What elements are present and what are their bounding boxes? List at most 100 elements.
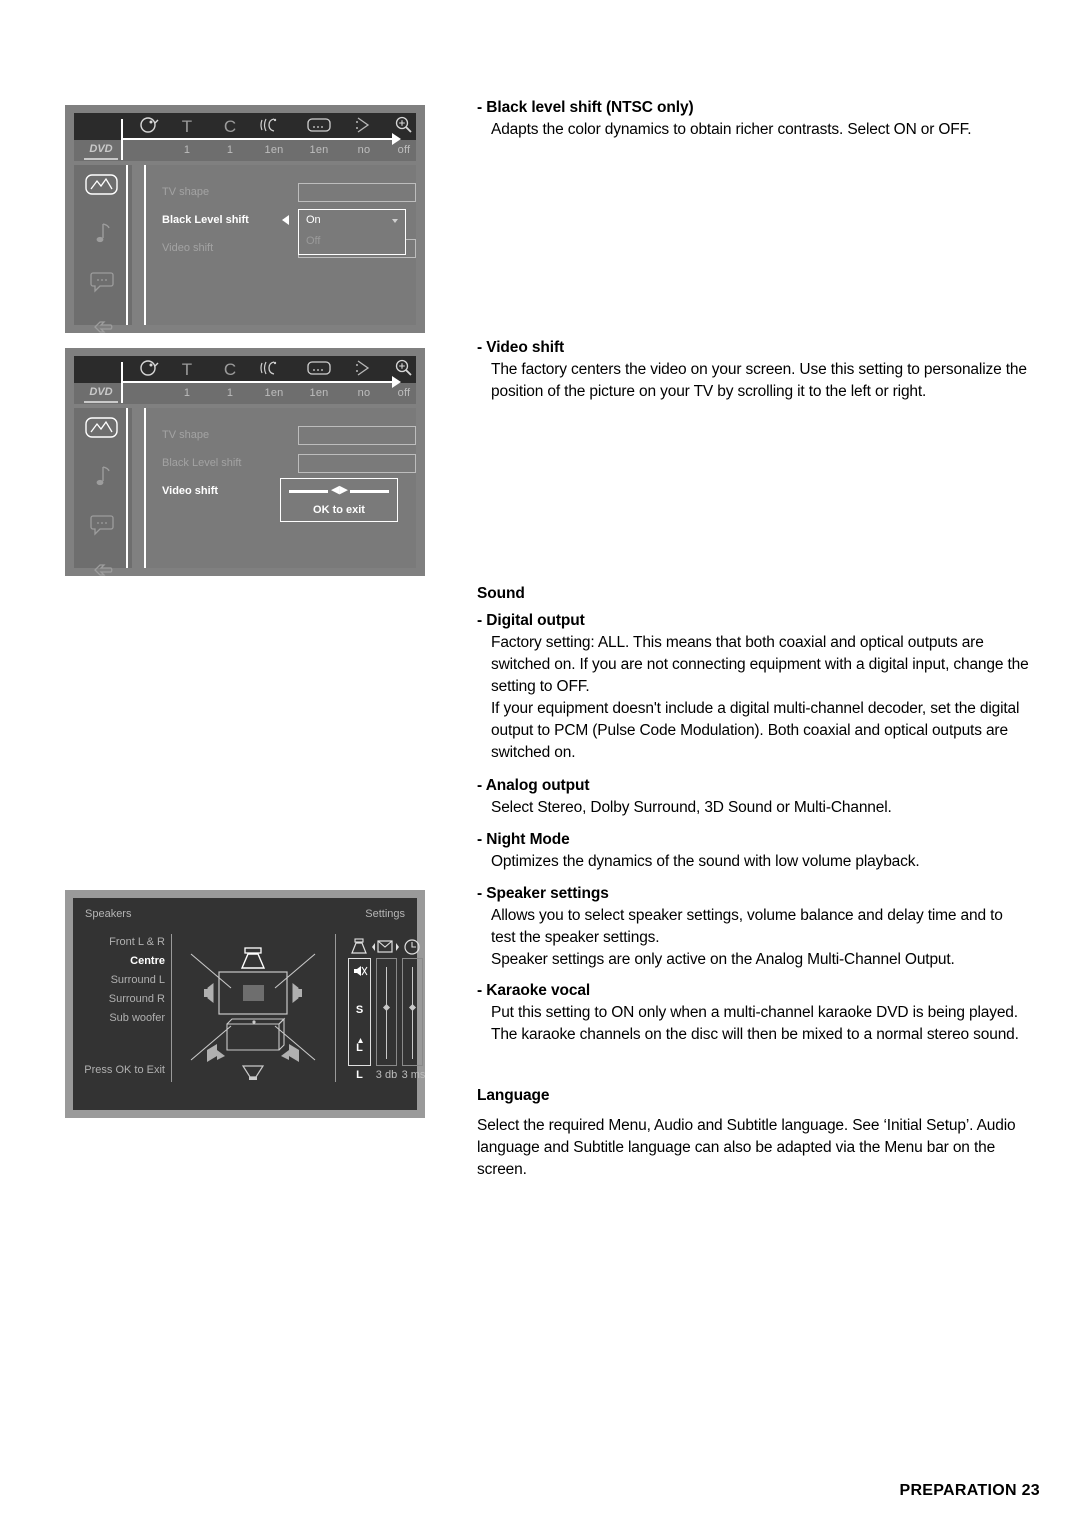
- black-level-shift-dropdown[interactable]: On Off: [298, 209, 406, 255]
- osd-sidebar: [74, 408, 132, 576]
- body-analog-output: Select Stereo, Dolby Surround, 3D Sound …: [491, 798, 892, 816]
- camera-angle-icon[interactable]: [349, 116, 379, 138]
- section-analog-output: - Analog output Select Stereo, Dolby Sur…: [477, 776, 1030, 819]
- speaker-size-small-label: S: [355, 1004, 364, 1016]
- option-label-video-shift: Video shift: [162, 485, 219, 497]
- sidebar-item-features[interactable]: [85, 317, 121, 345]
- osd-screen: DVD T C 1 1 1en 1en no off TV shape Blac…: [74, 113, 416, 333]
- balance-icon: [372, 938, 400, 956]
- video-shift-slider-panel[interactable]: ◀▶ OK to exit: [280, 478, 398, 522]
- right-divider: [335, 934, 336, 1082]
- mute-icon: [352, 964, 368, 983]
- speaker-list-item-surround-r[interactable]: Surround R: [109, 993, 165, 1005]
- audio-language-icon[interactable]: [257, 359, 291, 381]
- body-digital-output-1: Factory setting: ALL. This means that bo…: [491, 633, 1029, 695]
- osd-body: TV shape Black Level shift Video shift O…: [74, 165, 416, 333]
- body-language: Select the required Menu, Audio and Subt…: [477, 1116, 1016, 1178]
- figure-video-shift-osd: DVD T C 1 1 1en 1en no off TV shape Blac…: [65, 348, 425, 576]
- speaker-list-item-front[interactable]: Front L & R: [109, 936, 165, 948]
- balance-track: [386, 967, 387, 1059]
- audio-value: 1en: [264, 144, 284, 156]
- sidebar-item-features[interactable]: [85, 560, 121, 588]
- speaker-size-meter[interactable]: S L: [348, 958, 371, 1066]
- volume-balance-meter[interactable]: [376, 958, 397, 1066]
- option-label-black-level-shift: Black Level shift: [162, 214, 249, 226]
- speaker-list-item-surround-l[interactable]: Surround L: [111, 974, 165, 986]
- sidebar-divider: [126, 165, 128, 325]
- osd-option-panel: TV shape Black Level shift Video shift ◀…: [144, 408, 416, 568]
- sidebar-item-sound[interactable]: [85, 221, 121, 249]
- section-black-level-shift: - Black level shift (NTSC only) Adapts t…: [477, 98, 1030, 141]
- subtitle-value: 1en: [309, 387, 329, 399]
- delay-time-value: 3 ms: [401, 1069, 426, 1081]
- delay-track: [412, 967, 413, 1059]
- left-divider: [171, 934, 172, 1082]
- delay-knob[interactable]: [408, 1003, 417, 1012]
- option-row-tv-shape[interactable]: TV shape: [162, 426, 462, 445]
- speaker-size-large-label: L: [356, 1042, 363, 1054]
- subtitle-icon[interactable]: [302, 116, 336, 138]
- camera-angle-icon[interactable]: [349, 359, 379, 381]
- balance-knob[interactable]: [382, 1003, 391, 1012]
- dvd-logo-icon: DVD: [84, 384, 118, 403]
- chapter-icon[interactable]: C: [215, 116, 245, 138]
- delay-time-meter[interactable]: [402, 958, 423, 1066]
- sidebar-item-picture[interactable]: [85, 173, 121, 201]
- sidebar-item-language[interactable]: [85, 269, 121, 297]
- disc-icon[interactable]: [134, 359, 164, 381]
- chevron-down-icon[interactable]: [392, 219, 398, 223]
- option-label-tv-shape: TV shape: [162, 429, 210, 441]
- option-label-black-level-shift: Black Level shift: [162, 457, 242, 469]
- osd-menubar: DVD T C 1 1 1en 1en no off: [74, 356, 416, 404]
- dropdown-option-off[interactable]: Off: [306, 235, 320, 247]
- angle-value: no: [357, 387, 371, 399]
- option-value-box-black-level-shift[interactable]: [298, 454, 416, 473]
- volume-balance-value: 3 db: [375, 1069, 398, 1081]
- zoom-icon[interactable]: [389, 116, 419, 138]
- body-digital-output-2: If your equipment doesn't include a digi…: [491, 699, 1020, 761]
- speaker-list-item-subwoofer[interactable]: Sub woofer: [109, 1012, 165, 1024]
- slider-track-left: [289, 490, 328, 493]
- title-icon[interactable]: T: [172, 116, 202, 138]
- sidebar-item-sound[interactable]: [85, 464, 121, 492]
- press-ok-to-exit-hint: Press OK to Exit: [84, 1064, 165, 1076]
- option-row-black-level-shift[interactable]: Black Level shift: [162, 454, 462, 473]
- heading-black-level-shift: - Black level shift (NTSC only): [477, 99, 694, 116]
- panel-left-bar: [144, 165, 146, 325]
- option-value-box-tv-shape[interactable]: [298, 426, 416, 445]
- audio-language-icon[interactable]: [257, 116, 291, 138]
- zoom-icon[interactable]: [389, 359, 419, 381]
- heading-speaker-settings: - Speaker settings: [477, 885, 609, 902]
- settings-title: Settings: [365, 908, 405, 920]
- audio-value: 1en: [264, 387, 284, 399]
- sidebar-item-picture[interactable]: [85, 416, 121, 444]
- sidebar-divider: [126, 408, 128, 568]
- section-night-mode: - Night Mode Optimizes the dynamics of t…: [477, 830, 1030, 873]
- angle-value: no: [357, 144, 371, 156]
- section-language: Language Select the required Menu, Audio…: [477, 1086, 1030, 1181]
- speaker-list-item-centre[interactable]: Centre: [130, 955, 165, 967]
- section-sound: Sound: [477, 584, 1030, 605]
- subtitle-value: 1en: [309, 144, 329, 156]
- speaker-size-icon: [347, 938, 371, 956]
- left-arrow-icon: [282, 215, 289, 225]
- section-video-shift: - Video shift The factory centers the vi…: [477, 338, 1030, 403]
- chapter-icon[interactable]: C: [215, 359, 245, 381]
- osd-menubar: DVD T C 1 1 1en 1en no off: [74, 113, 416, 161]
- sidebar-item-language[interactable]: [85, 512, 121, 540]
- subtitle-icon[interactable]: [302, 359, 336, 381]
- body-karaoke-vocal: Put this setting to ON only when a multi…: [491, 1003, 1019, 1043]
- heading-language: Language: [477, 1087, 550, 1104]
- osd-sidebar: [74, 165, 132, 333]
- option-value-box-tv-shape[interactable]: [298, 183, 416, 202]
- heading-video-shift: - Video shift: [477, 339, 565, 356]
- title-icon[interactable]: T: [172, 359, 202, 381]
- heading-analog-output: - Analog output: [477, 777, 590, 794]
- disc-icon[interactable]: [134, 116, 164, 138]
- slider-handle-icon[interactable]: ◀▶: [331, 485, 348, 496]
- speakers-title: Speakers: [85, 908, 132, 920]
- dropdown-option-on[interactable]: On: [306, 214, 321, 226]
- figure-black-level-shift-osd: DVD T C 1 1 1en 1en no off TV shape Blac…: [65, 105, 425, 333]
- option-row-tv-shape[interactable]: TV shape: [162, 183, 462, 202]
- section-digital-output: - Digital output Factory setting: ALL. T…: [477, 611, 1030, 764]
